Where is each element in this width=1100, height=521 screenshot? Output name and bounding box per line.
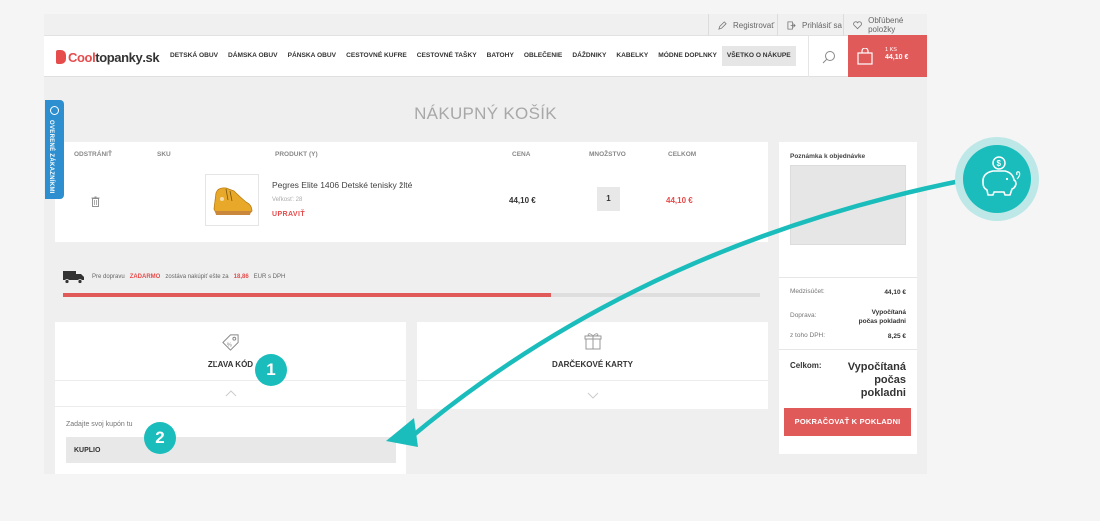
step-badge-1: 1: [255, 354, 287, 386]
piggy-bank-icon: $: [982, 156, 1021, 196]
step-badge-2: 2: [144, 422, 176, 454]
svg-text:$: $: [997, 159, 1002, 168]
savings-badge: $: [963, 145, 1031, 213]
